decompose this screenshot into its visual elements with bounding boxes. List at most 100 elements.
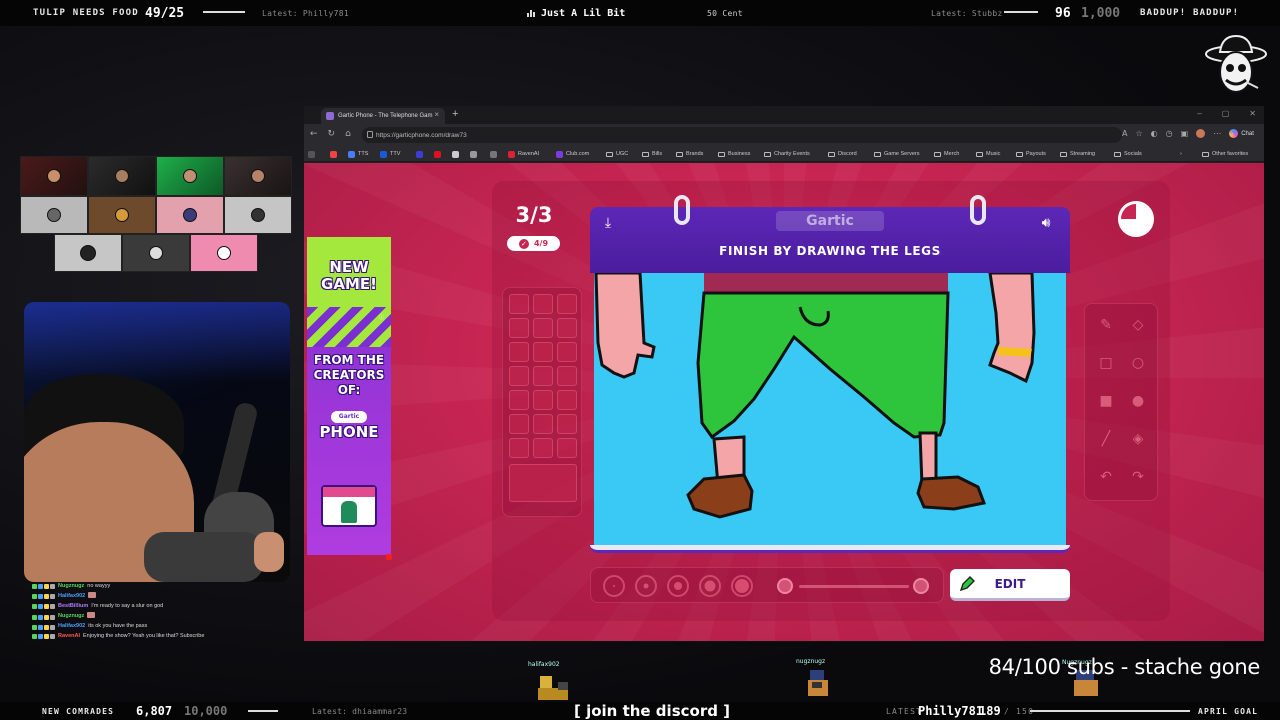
bookmark-ttv[interactable]: TTV — [380, 146, 400, 162]
opacity-slider[interactable] — [799, 585, 909, 588]
bookmark-business[interactable]: Business — [718, 146, 750, 162]
chat-username[interactable]: RavenAI — [58, 632, 80, 642]
color-swatch[interactable] — [509, 294, 529, 314]
chat-username[interactable]: BestBillium — [58, 602, 88, 612]
bookmark-merch[interactable]: Merch — [934, 146, 959, 162]
bookmark-icon-3[interactable] — [416, 146, 423, 162]
bookmark-music[interactable]: Music — [976, 146, 1000, 162]
brush-size-3[interactable] — [667, 575, 689, 597]
profile-avatar[interactable] — [1196, 129, 1206, 138]
bookmark-game-servers[interactable]: Game Servers — [874, 146, 919, 162]
bookmark-ugc[interactable]: UGC — [606, 146, 628, 162]
brush-size-4[interactable] — [699, 575, 721, 597]
color-swatch[interactable] — [533, 294, 553, 314]
url-input[interactable]: https://garticphone.com/draw73 — [362, 127, 1122, 143]
copilot-chat-button[interactable]: Chat — [1229, 129, 1254, 138]
edit-button[interactable]: EDIT — [950, 569, 1070, 601]
color-swatch[interactable] — [509, 342, 529, 362]
bookmark-bills[interactable]: Bills — [642, 146, 662, 162]
line-icon[interactable]: ╱ — [1093, 426, 1119, 452]
color-swatch[interactable] — [509, 366, 529, 386]
bookmark-other-favorites[interactable]: Other favorites — [1202, 146, 1248, 162]
color-swatch[interactable] — [557, 342, 577, 362]
close-tab-icon[interactable]: × — [434, 110, 439, 119]
read-aloud-icon[interactable]: A — [1122, 129, 1127, 138]
color-swatch[interactable] — [557, 390, 577, 410]
color-swatch[interactable] — [557, 318, 577, 338]
color-swatch[interactable] — [509, 318, 529, 338]
bookmark-label: Brands — [686, 151, 704, 157]
bookmark-icon-6[interactable] — [470, 146, 477, 162]
chat-username[interactable]: Nugznugz — [58, 612, 84, 622]
speaker-icon[interactable]: 🔊︎ — [1036, 213, 1056, 233]
brush-size-5[interactable] — [731, 575, 753, 597]
redo-icon[interactable]: ↷ — [1125, 464, 1151, 490]
bookmark-payouts[interactable]: Payouts — [1016, 146, 1046, 162]
bookmark-streaming[interactable]: Streaming — [1060, 146, 1095, 162]
history-icon[interactable]: ◷ — [1166, 129, 1173, 138]
chat-username[interactable]: Halifax902 — [58, 622, 85, 632]
brush-size-1[interactable] — [603, 575, 625, 597]
advertisement-banner[interactable]: NEW GAME! FROM THE CREATORS OF: Gartic P… — [307, 237, 391, 555]
color-swatch[interactable] — [557, 294, 577, 314]
chat-username[interactable]: Nugznugz — [58, 582, 84, 592]
bookmarks-overflow-icon[interactable]: › — [1180, 146, 1182, 162]
color-swatch[interactable] — [533, 318, 553, 338]
close-window-icon[interactable]: ✕ — [1249, 109, 1256, 118]
bookmark-charity-events[interactable]: Charity Events — [764, 146, 810, 162]
drawing-canvas[interactable] — [594, 273, 1066, 545]
refresh-extension-icon[interactable]: ◐ — [1151, 129, 1158, 138]
bookmark-discord[interactable]: Discord — [828, 146, 857, 162]
new-tab-icon[interactable]: + — [452, 108, 458, 120]
reload-icon[interactable]: ↻ — [328, 129, 336, 139]
color-swatch[interactable] — [533, 342, 553, 362]
bookmark-ravenai[interactable]: RavenAI — [508, 146, 539, 162]
rectangle-fill-icon[interactable]: ■ — [1093, 388, 1119, 414]
color-swatch[interactable] — [509, 390, 529, 410]
bucket-fill-icon[interactable]: ◈ — [1125, 426, 1151, 452]
bookmark-tts[interactable]: TTS — [348, 146, 368, 162]
maximize-icon[interactable]: ▢ — [1222, 109, 1230, 118]
undo-icon[interactable]: ↶ — [1093, 464, 1119, 490]
bookmark-brands[interactable]: Brands — [676, 146, 703, 162]
color-swatch[interactable] — [509, 438, 529, 458]
download-icon[interactable]: ⤓ — [598, 213, 618, 233]
home-icon[interactable]: ⌂ — [345, 129, 351, 139]
color-swatch[interactable] — [533, 414, 553, 434]
color-swatch[interactable] — [533, 390, 553, 410]
bookmark-club[interactable]: Club.com — [556, 146, 589, 162]
adchoices-icon[interactable] — [386, 554, 392, 560]
bookmark-icon-2[interactable] — [330, 146, 337, 162]
minimize-icon[interactable]: – — [1197, 109, 1201, 118]
bookmark-icon-1[interactable] — [308, 146, 315, 162]
chat-message: Halifax902 — [32, 591, 302, 603]
current-color-swatch[interactable] — [509, 464, 577, 502]
bookmark-icon-4[interactable] — [434, 146, 441, 162]
eraser-icon[interactable]: ◇ — [1125, 312, 1151, 338]
color-swatch[interactable] — [533, 366, 553, 386]
color-swatch[interactable] — [557, 438, 577, 458]
color-swatch[interactable] — [557, 366, 577, 386]
circle-fill-icon[interactable]: ● — [1125, 388, 1151, 414]
back-icon[interactable]: ← — [310, 129, 318, 139]
chat-badges — [32, 614, 55, 620]
color-swatch[interactable] — [533, 438, 553, 458]
favorite-star-icon[interactable]: ☆ — [1135, 129, 1142, 138]
more-options-icon[interactable]: ⋯ — [1213, 129, 1221, 138]
chat-username[interactable]: Halifax902 — [58, 592, 85, 602]
brush-size-2[interactable] — [635, 575, 657, 597]
tab-gartic-phone[interactable]: Gartic Phone - The Telephone Gam × — [321, 108, 445, 124]
bookmark-socials[interactable]: Socials — [1114, 146, 1142, 162]
opacity-slider-handle[interactable] — [913, 578, 929, 594]
bookmark-label: Discord — [838, 151, 857, 157]
bookmark-icon-7[interactable] — [490, 146, 497, 162]
window-controls: – ▢ ✕ — [1197, 109, 1256, 118]
collections-icon[interactable]: ▣ — [1181, 129, 1189, 138]
pencil-icon[interactable]: ✎ — [1093, 312, 1119, 338]
color-swatch[interactable] — [557, 414, 577, 434]
bookmark-icon-5[interactable] — [452, 146, 459, 162]
color-swatch[interactable] — [509, 414, 529, 434]
ad-info-icon[interactable]: ⓘ — [379, 314, 384, 321]
circle-outline-icon[interactable]: ○ — [1125, 350, 1151, 376]
rectangle-outline-icon[interactable]: □ — [1093, 350, 1119, 376]
